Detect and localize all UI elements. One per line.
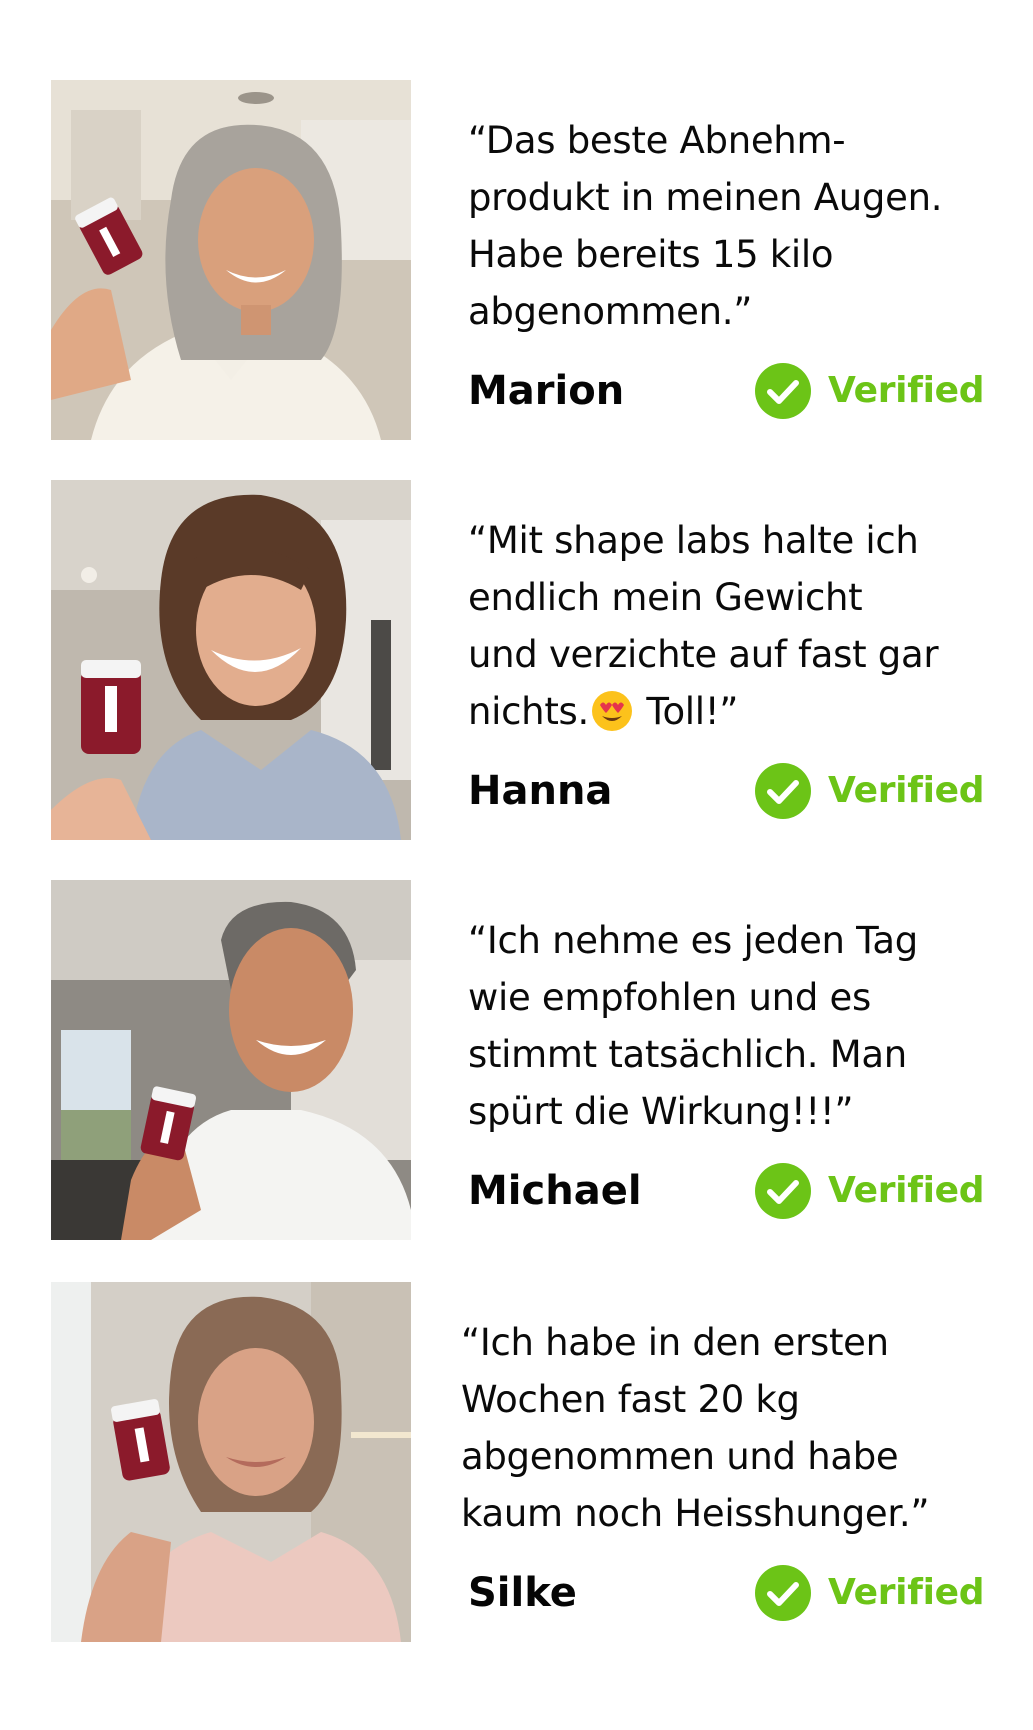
- check-circle-icon: [755, 363, 811, 419]
- testimonial-quote: “Ich nehme es jeden Tag wie empfohlen un…: [468, 919, 918, 1133]
- testimonial-card: “Ich habe in den ersten Wochen fast 20 k…: [51, 1282, 1001, 1642]
- testimonial-card: “Ich nehme es jeden Tag wie empfohlen un…: [51, 880, 1001, 1240]
- customer-name: Hanna: [468, 768, 613, 814]
- customer-name: Michael: [468, 1168, 642, 1214]
- verified-label: Verified: [828, 370, 985, 411]
- testimonial-card: “Mit shape labs halte ich endlich mein G…: [51, 480, 1001, 840]
- testimonials-list: “Das beste Abnehm- produkt in meinen Aug…: [0, 0, 1033, 1730]
- testimonial-quote: “Mit shape labs halte ich endlich mein G…: [468, 512, 1008, 740]
- customer-photo: [51, 480, 411, 840]
- verified-label: Verified: [828, 770, 985, 811]
- testimonial-card: “Das beste Abnehm- produkt in meinen Aug…: [51, 80, 1001, 440]
- customer-name: Marion: [468, 368, 625, 414]
- verified-badge: Verified: [754, 362, 985, 420]
- quote-text-end: Toll!”: [634, 690, 739, 733]
- verified-label: Verified: [828, 1572, 985, 1613]
- verified-badge: Verified: [754, 1162, 985, 1220]
- customer-photo: [51, 880, 411, 1240]
- testimonial-quote: “Ich habe in den ersten Wochen fast 20 k…: [461, 1321, 930, 1535]
- customer-photo: [51, 1282, 411, 1642]
- testimonial-quote: “Das beste Abnehm- produkt in meinen Aug…: [468, 119, 943, 333]
- check-circle-icon: [755, 763, 811, 819]
- verified-badge: Verified: [754, 1564, 985, 1622]
- customer-photo: [51, 80, 411, 440]
- customer-name: Silke: [468, 1570, 577, 1616]
- check-circle-icon: [755, 1565, 811, 1621]
- check-circle-icon: [755, 1163, 811, 1219]
- verified-badge: Verified: [754, 762, 985, 820]
- verified-label: Verified: [828, 1170, 985, 1211]
- heart-eyes-emoji-icon: [591, 691, 632, 731]
